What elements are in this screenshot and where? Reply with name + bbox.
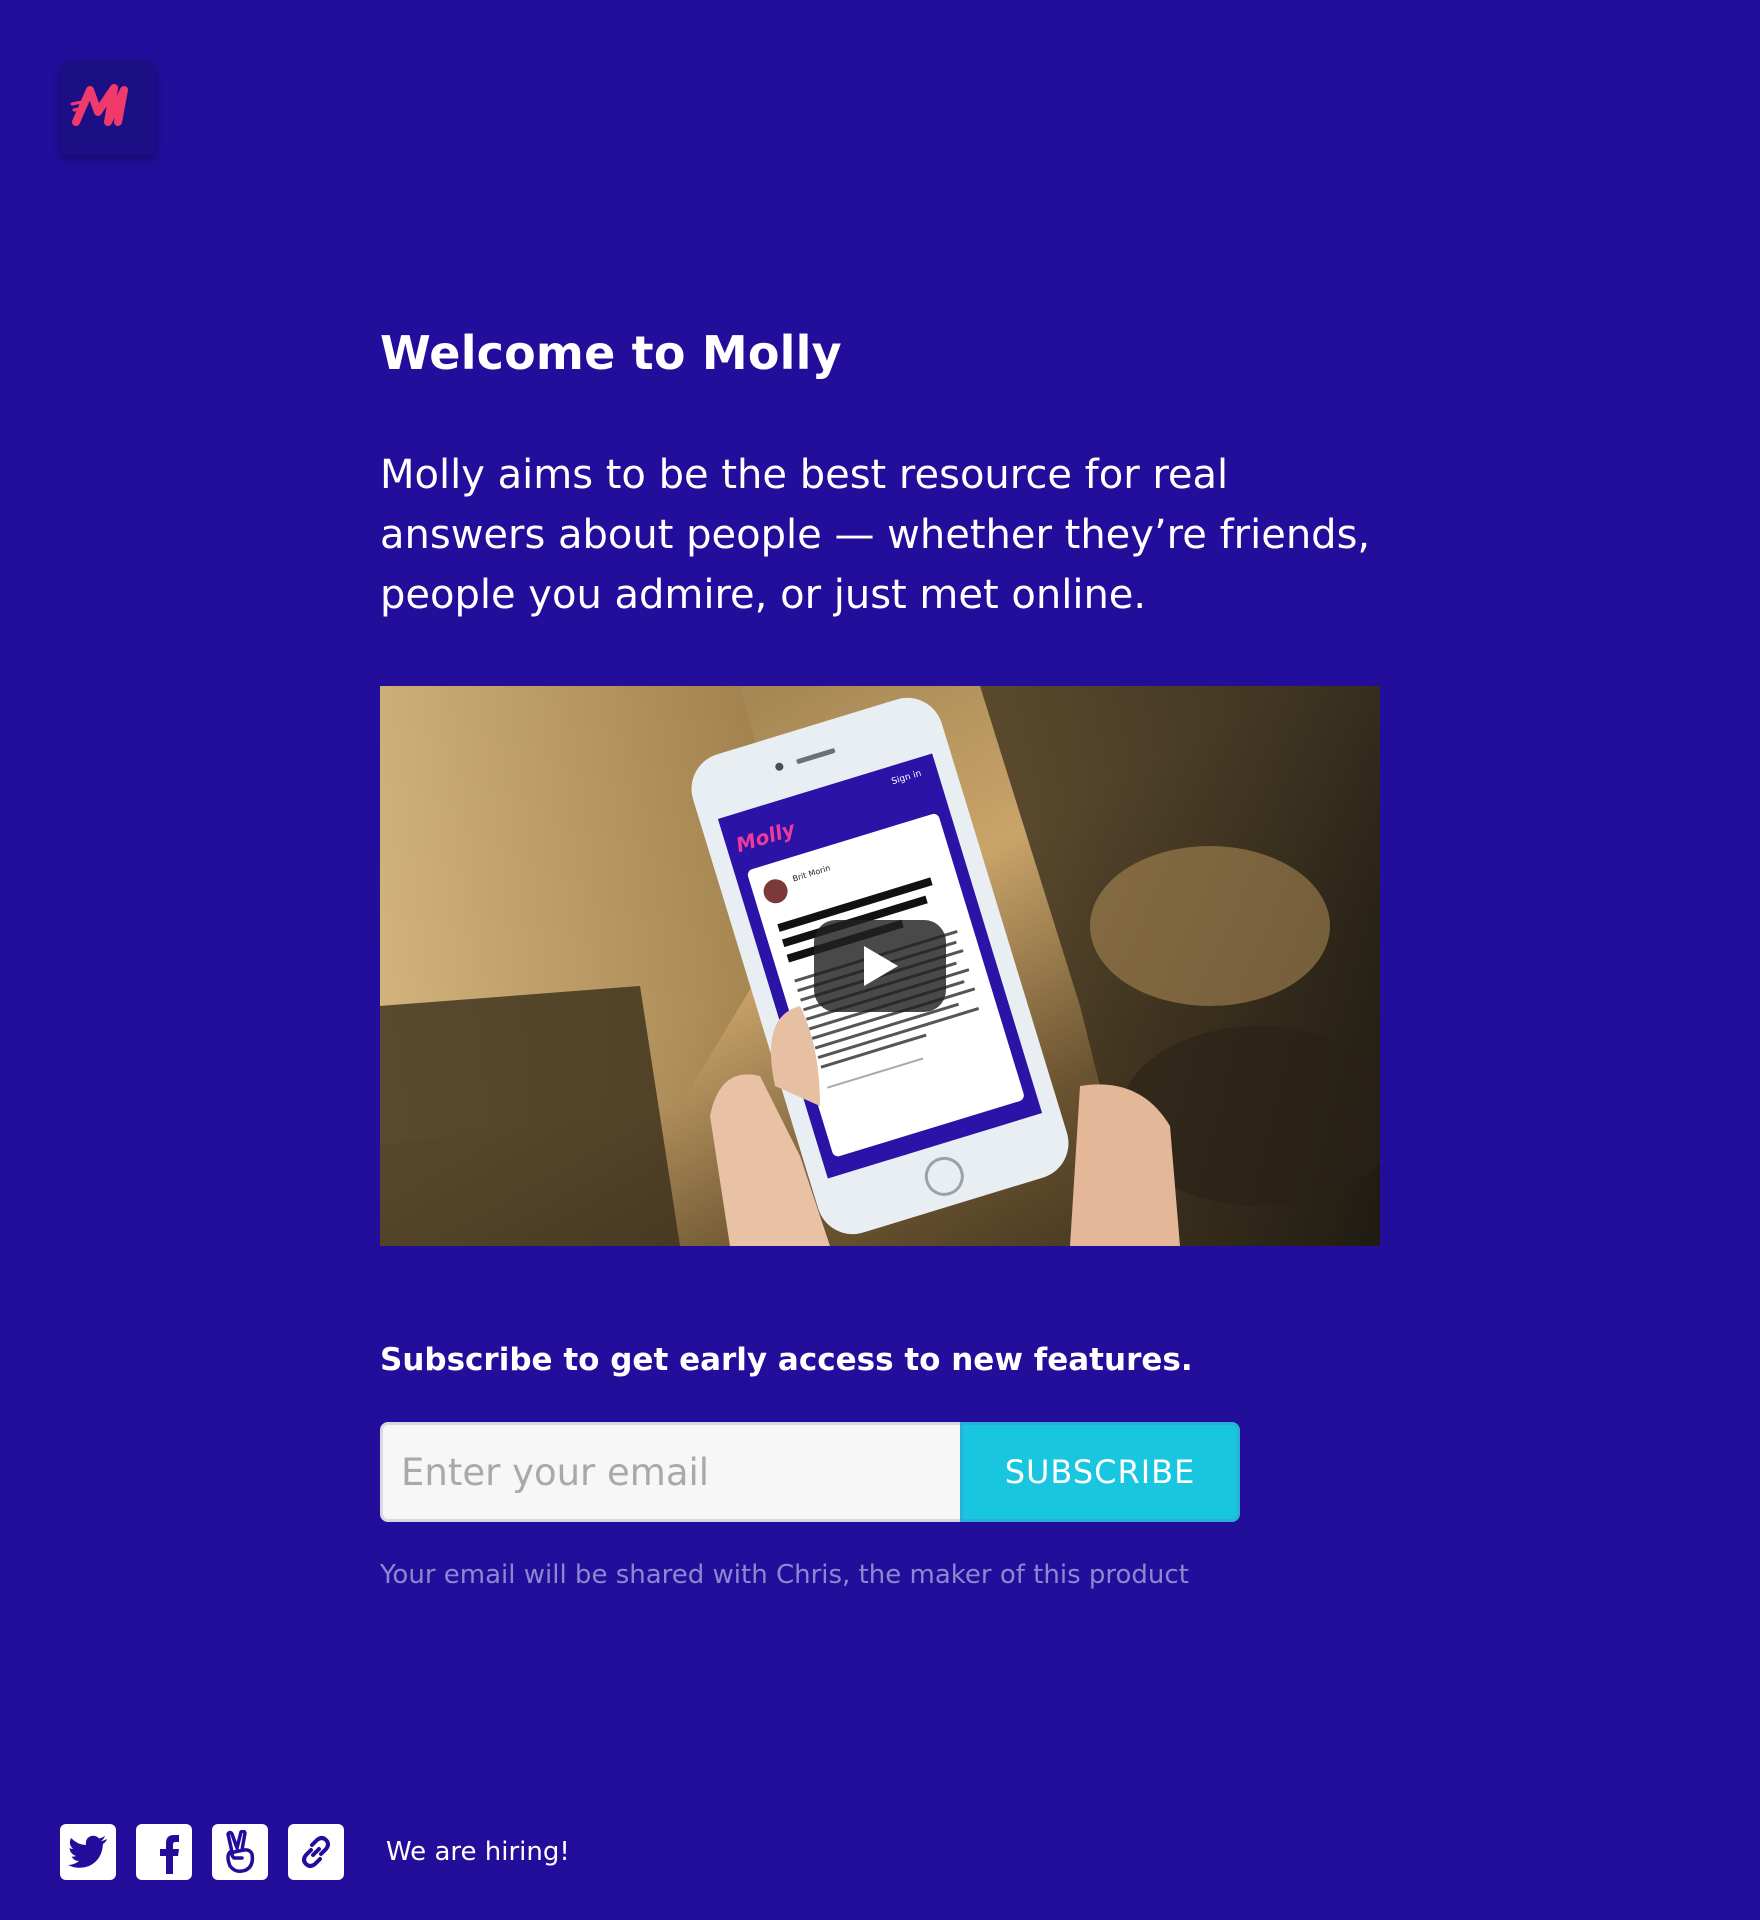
facebook-icon	[160, 1835, 179, 1874]
molly-m-icon	[70, 84, 128, 126]
twitter-icon	[68, 1835, 107, 1868]
website-link[interactable]	[288, 1824, 344, 1880]
hiring-link[interactable]: We are hiring!	[386, 1837, 570, 1867]
page-title: Welcome to Molly	[380, 326, 842, 380]
molly-logo[interactable]	[61, 61, 155, 155]
subscribe-heading: Subscribe to get early access to new fea…	[380, 1342, 1193, 1378]
angellist-icon	[226, 1830, 255, 1874]
email-input[interactable]	[380, 1422, 960, 1522]
subscribe-button[interactable]: SUBSCRIBE	[960, 1422, 1240, 1522]
facebook-link[interactable]	[136, 1824, 192, 1880]
video-player[interactable]: Molly Sign in Brit Morin	[380, 686, 1380, 1246]
footer: We are hiring!	[60, 1824, 570, 1880]
link-icon	[302, 1836, 330, 1868]
email-disclaimer: Your email will be shared with Chris, th…	[380, 1560, 1189, 1590]
twitter-link[interactable]	[60, 1824, 116, 1880]
subscribe-form: SUBSCRIBE	[380, 1422, 1240, 1522]
play-button[interactable]	[814, 920, 946, 1012]
intro-text: Molly aims to be the best resource for r…	[380, 452, 1371, 618]
angellist-link[interactable]	[212, 1824, 268, 1880]
play-icon	[864, 946, 898, 986]
